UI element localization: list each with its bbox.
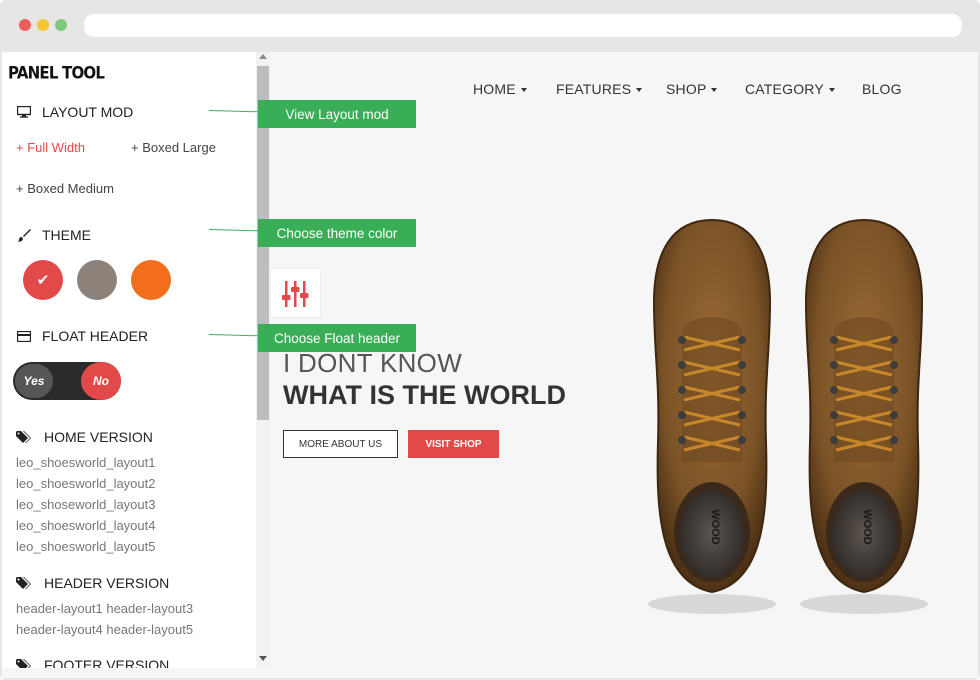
panel-tool: PANEL TOOL LAYOUT MOD + Full Width + Box…	[2, 52, 256, 668]
tags-icon	[16, 575, 34, 591]
nav-shop-label: SHOP	[666, 81, 707, 97]
sliders-icon	[282, 281, 309, 307]
float-header-toggle[interactable]: Yes No	[13, 362, 121, 400]
callout-float-header: Choose Float header	[258, 324, 416, 352]
home-layout-1-link[interactable]: leo_shoesworld_layout1	[16, 455, 155, 470]
more-about-us-button[interactable]: MORE ABOUT US	[283, 430, 398, 458]
nav-shop[interactable]: SHOP	[666, 81, 718, 97]
header-layouts-row-1[interactable]: header-layout1 header-layout3	[16, 601, 193, 616]
nav-category-label: CATEGORY	[745, 81, 824, 97]
home-layout-3-link[interactable]: leo_shoseworld_layout3	[16, 497, 155, 512]
address-bar[interactable]	[84, 14, 962, 37]
header-layouts-row-2[interactable]: header-layout4 header-layout5	[16, 622, 193, 637]
minimize-dot-icon[interactable]	[37, 19, 49, 31]
card-icon	[16, 328, 32, 344]
option-full-width[interactable]: + Full Width	[16, 140, 85, 155]
float-header-label: FLOAT HEADER	[42, 328, 149, 344]
browser-window: PANEL TOOL LAYOUT MOD + Full Width + Box…	[0, 0, 980, 680]
nav-blog[interactable]: BLOG	[862, 81, 902, 97]
option-boxed-medium[interactable]: + Boxed Medium	[16, 181, 114, 196]
scroll-up-icon[interactable]	[259, 54, 267, 59]
maximize-dot-icon[interactable]	[55, 19, 67, 31]
home-layout-2-link[interactable]: leo_shoesworld_layout2	[16, 476, 155, 491]
tags-icon	[16, 657, 34, 668]
caret-down-icon	[711, 88, 718, 93]
theme-label: THEME	[42, 227, 91, 243]
monitor-icon	[16, 104, 32, 120]
nav-category[interactable]: CATEGORY	[745, 81, 835, 97]
float-header-heading: FLOAT HEADER	[16, 328, 148, 344]
brush-icon	[16, 227, 32, 243]
option-boxed-large[interactable]: + Boxed Large	[131, 140, 216, 155]
caret-down-icon	[636, 88, 643, 93]
hero-title: WHAT IS THE WORLD	[283, 380, 566, 410]
footer-version-heading: FOOTER VERSION	[16, 657, 169, 668]
toggle-yes[interactable]: Yes	[15, 364, 53, 398]
boots-image: WOOD WOOD	[648, 218, 928, 614]
home-layout-4-link[interactable]: leo_shoesworld_layout4	[16, 518, 155, 533]
theme-swatch-orange[interactable]	[131, 260, 171, 300]
home-layout-5-link[interactable]: leo_shoesworld_layout5	[16, 539, 155, 554]
caret-down-icon	[520, 88, 527, 93]
boot-brand-text: WOOD	[709, 509, 721, 544]
nav-home-label: HOME	[473, 81, 516, 97]
theme-swatch-taupe[interactable]	[77, 260, 117, 300]
check-icon: ✔	[36, 272, 50, 289]
nav-home[interactable]: HOME	[473, 81, 527, 97]
layout-mod-label: LAYOUT MOD	[42, 104, 134, 120]
home-version-label: HOME VERSION	[44, 429, 153, 445]
close-dot-icon[interactable]	[19, 19, 31, 31]
footer-version-label: FOOTER VERSION	[44, 657, 170, 668]
theme-swatch-red[interactable]: ✔	[23, 260, 63, 300]
tags-icon	[16, 429, 34, 445]
panel-title: PANEL TOOL	[8, 62, 105, 84]
home-version-heading: HOME VERSION	[16, 429, 153, 445]
nav-features[interactable]: FEATURES	[556, 81, 643, 97]
header-version-heading: HEADER VERSION	[16, 575, 169, 591]
toggle-no[interactable]: No	[81, 362, 121, 400]
panel-scrollbar[interactable]	[256, 52, 270, 668]
visit-shop-button[interactable]: VISIT SHOP	[408, 430, 499, 458]
left-boot: WOOD	[652, 218, 772, 594]
hero-subtitle: I DONT KNOW	[283, 348, 463, 378]
title-bar	[0, 0, 980, 52]
theme-heading: THEME	[16, 227, 91, 243]
nav-blog-label: BLOG	[862, 81, 902, 97]
boot-brand-text: WOOD	[861, 509, 873, 544]
header-version-label: HEADER VERSION	[44, 575, 170, 591]
page-viewport: PANEL TOOL LAYOUT MOD + Full Width + Box…	[2, 52, 978, 678]
nav-features-label: FEATURES	[556, 81, 632, 97]
scroll-down-icon[interactable]	[259, 656, 267, 661]
callout-theme: Choose theme color	[258, 219, 416, 247]
right-boot: WOOD	[804, 218, 924, 594]
caret-down-icon	[828, 88, 835, 93]
layout-mod-heading: LAYOUT MOD	[16, 104, 133, 120]
callout-layout-mod: View Layout mod	[258, 100, 416, 128]
panel-toggle-button[interactable]	[270, 268, 321, 318]
